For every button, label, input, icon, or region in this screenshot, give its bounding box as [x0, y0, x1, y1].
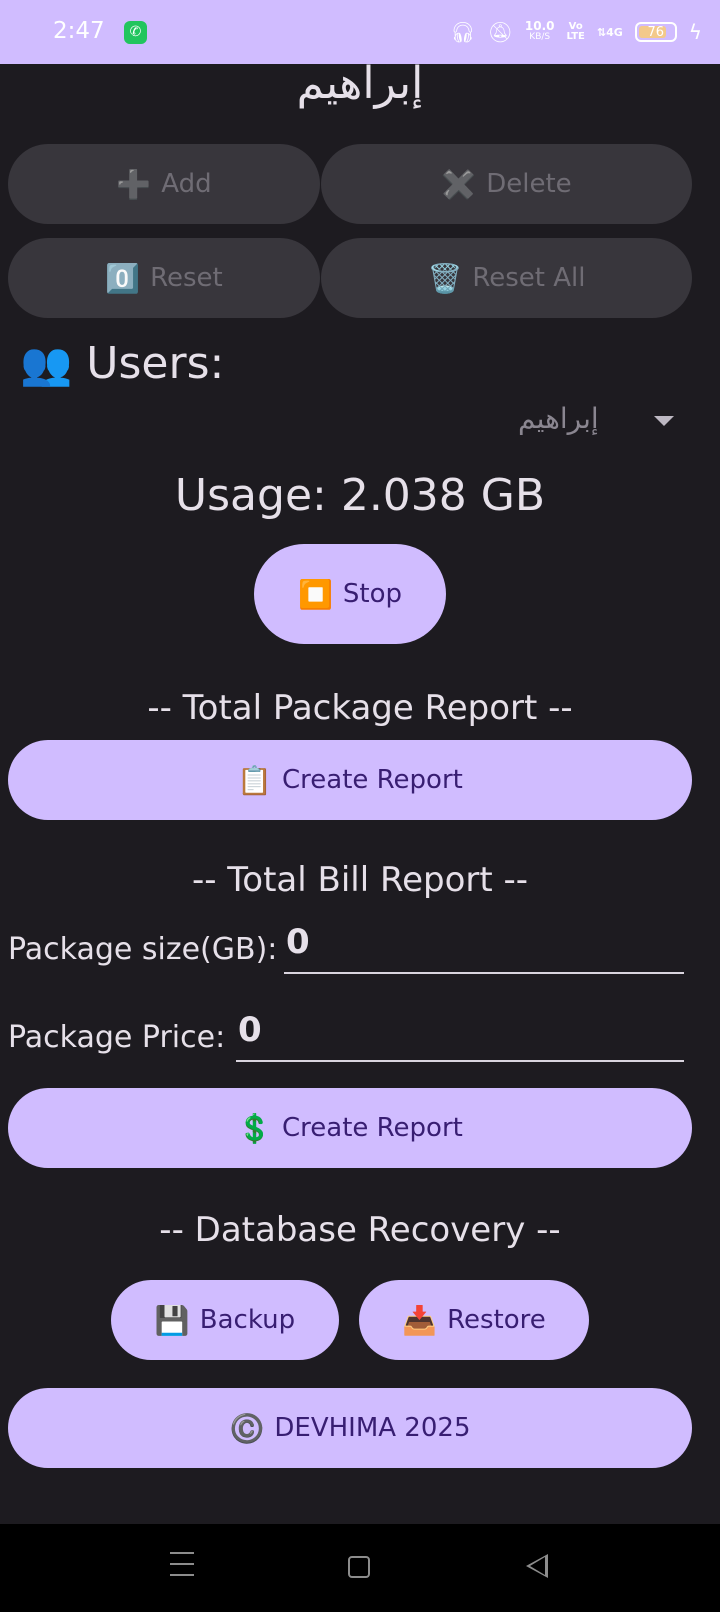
create-bill-report-button[interactable]: 💲 Create Report — [8, 1088, 692, 1168]
reset-all-label: Reset All — [472, 263, 586, 293]
database-recovery-heading: -- Database Recovery -- — [159, 1210, 561, 1250]
battery-icon: 76 — [634, 22, 677, 42]
volte-bottom: LTE — [566, 31, 585, 42]
status-time: 2:47 — [53, 18, 105, 44]
package-size-input[interactable]: 0 — [284, 922, 684, 974]
network-speed: 10.0 KB/S — [524, 19, 555, 43]
network-speed-value: 10.0 — [524, 19, 555, 33]
signal-icon: ⇅4G — [596, 25, 623, 39]
network-speed-unit: KB/S — [529, 32, 551, 42]
charging-icon: ϟ — [688, 20, 702, 44]
recents-icon[interactable] — [170, 1552, 194, 1585]
user-title: إبراهيم — [296, 58, 424, 109]
stop-label: Stop — [342, 579, 402, 609]
status-bar: 2:47 ✆ 🎧︎ 🔕︎ 10.0 KB/S Vo LTE ⇅4G 76 ϟ — [0, 0, 720, 64]
package-price-label: Package Price: — [8, 1020, 226, 1055]
restore-label: Restore — [447, 1305, 546, 1335]
volte-indicator: Vo LTE — [567, 22, 585, 42]
backup-button[interactable]: 💾 Backup — [111, 1280, 339, 1360]
stop-icon: ⏹️ — [298, 577, 333, 611]
delete-button[interactable]: ✖️ Delete — [321, 144, 692, 224]
home-icon[interactable] — [348, 1556, 370, 1578]
create-bill-report-label: Create Report — [282, 1113, 463, 1143]
close-icon: ✖️ — [441, 167, 477, 201]
package-report-heading: -- Total Package Report -- — [147, 688, 573, 728]
create-package-report-button[interactable]: 📋 Create Report — [8, 740, 692, 820]
status-indicators: 🎧︎ 🔕︎ 10.0 KB/S Vo LTE ⇅4G 76 ϟ — [450, 16, 702, 48]
users-heading: 👥 Users: — [20, 338, 224, 389]
phone-icon: ✆ — [124, 21, 147, 44]
zero-icon: 0️⃣ — [105, 261, 141, 295]
package-size-label: Package size(GB): — [8, 932, 278, 967]
users-label: Users: — [86, 338, 225, 389]
user-dropdown-value[interactable]: إبراهيم — [518, 402, 599, 435]
delete-label: Delete — [486, 169, 572, 199]
bill-report-heading: -- Total Bill Report -- — [191, 860, 529, 900]
headphones-icon: 🎧︎ — [450, 20, 476, 44]
reset-button[interactable]: 0️⃣ Reset — [8, 238, 320, 318]
footer-credit-label: DEVHIMA 2025 — [274, 1413, 471, 1443]
add-button[interactable]: ➕ Add — [8, 144, 320, 224]
backup-label: Backup — [199, 1305, 296, 1335]
dollar-icon: 💲 — [237, 1111, 272, 1145]
reset-label: Reset — [150, 263, 223, 293]
back-icon[interactable] — [526, 1554, 548, 1578]
network-type: 4G — [606, 25, 623, 39]
floppy-disk-icon: 💾 — [154, 1303, 190, 1337]
mute-icon: 🔕︎ — [487, 20, 513, 44]
add-label: Add — [161, 169, 212, 199]
clipboard-icon: 📋 — [237, 763, 272, 797]
copyright-icon: ©️ — [229, 1411, 265, 1445]
footer-credit-button[interactable]: ©️ DEVHIMA 2025 — [8, 1388, 692, 1468]
inbox-tray-icon: 📥 — [402, 1303, 438, 1337]
create-package-report-label: Create Report — [282, 765, 463, 795]
system-nav-bar — [0, 1524, 720, 1612]
battery-level: 76 — [647, 24, 665, 40]
chevron-down-icon[interactable] — [654, 416, 674, 426]
app-screen: 2:47 ✆ 🎧︎ 🔕︎ 10.0 KB/S Vo LTE ⇅4G 76 ϟ إ… — [0, 0, 720, 1612]
usage-text: Usage: 2.038 GB — [174, 470, 546, 521]
users-icon: 👥 — [20, 338, 73, 388]
reset-all-button[interactable]: 🗑️ Reset All — [321, 238, 692, 318]
restore-button[interactable]: 📥 Restore — [359, 1280, 589, 1360]
plus-icon: ➕ — [116, 167, 152, 201]
stop-button[interactable]: ⏹️ Stop — [254, 544, 446, 644]
package-price-input[interactable]: 0 — [236, 1010, 684, 1062]
trash-icon: 🗑️ — [427, 261, 463, 295]
